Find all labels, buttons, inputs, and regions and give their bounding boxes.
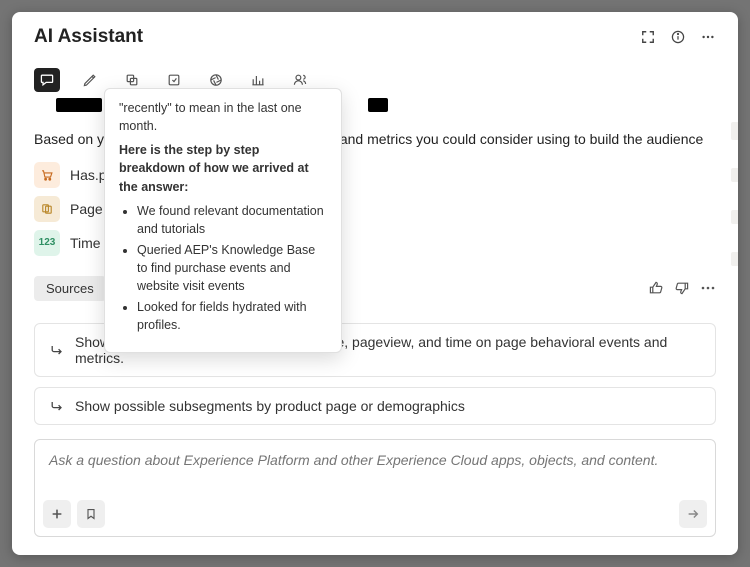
heading-prefix: Based on y — [34, 131, 104, 147]
assistant-window: AI Assistant — [12, 12, 738, 555]
suggestion-subsegments[interactable]: Show possible subsegments by product pag… — [34, 387, 716, 425]
header-actions — [640, 29, 716, 45]
pages-icon — [34, 196, 60, 222]
popover-step-intro: Here is the step by step breakdown of ho… — [119, 141, 327, 195]
page-title: AI Assistant — [34, 26, 143, 48]
thumbs-up-icon[interactable] — [648, 280, 664, 296]
header: AI Assistant — [12, 12, 738, 58]
reply-arrow-icon — [49, 398, 65, 414]
popover-tail-line: "recently" to mean in the last one month… — [119, 99, 327, 135]
bookmark-button[interactable] — [77, 500, 105, 528]
heading-suffix: and metrics you could consider using to … — [340, 131, 703, 147]
sources-button[interactable]: Sources — [34, 276, 106, 301]
send-button[interactable] — [679, 500, 707, 528]
thumbs-down-icon[interactable] — [674, 280, 690, 296]
side-peek — [731, 122, 738, 342]
composer — [34, 439, 716, 537]
popover-step: We found relevant documentation and tuto… — [137, 202, 327, 238]
composer-bar — [35, 494, 715, 536]
pencil-icon[interactable] — [78, 68, 102, 92]
prompt-input[interactable] — [35, 440, 715, 494]
number-icon: 123 — [34, 230, 60, 256]
popover-steps: We found relevant documentation and tuto… — [119, 202, 327, 335]
more-icon[interactable] — [700, 280, 716, 296]
suggestion-text: Show possible subsegments by product pag… — [75, 398, 465, 414]
info-icon[interactable] — [670, 29, 686, 45]
more-icon[interactable] — [700, 29, 716, 45]
reply-arrow-icon — [49, 342, 65, 358]
chip-label: Has.p — [70, 167, 107, 183]
disclaimer: AI responses may be inaccurate or mislea… — [12, 547, 738, 555]
content: Based on y and metrics you could conside… — [12, 98, 738, 547]
chip-label: Time — [70, 235, 101, 251]
reasoning-popover: "recently" to mean in the last one month… — [104, 88, 342, 353]
fullscreen-icon[interactable] — [640, 29, 656, 45]
chat-mode-icon[interactable] — [34, 68, 60, 92]
popover-step: Queried AEP's Knowledge Base to find pur… — [137, 241, 327, 295]
add-button[interactable] — [43, 500, 71, 528]
feedback-actions — [648, 280, 716, 296]
redacted-text — [56, 98, 102, 112]
redacted-text — [368, 98, 388, 112]
popover-step: Looked for fields hydrated with profiles… — [137, 298, 327, 334]
cart-icon — [34, 162, 60, 188]
